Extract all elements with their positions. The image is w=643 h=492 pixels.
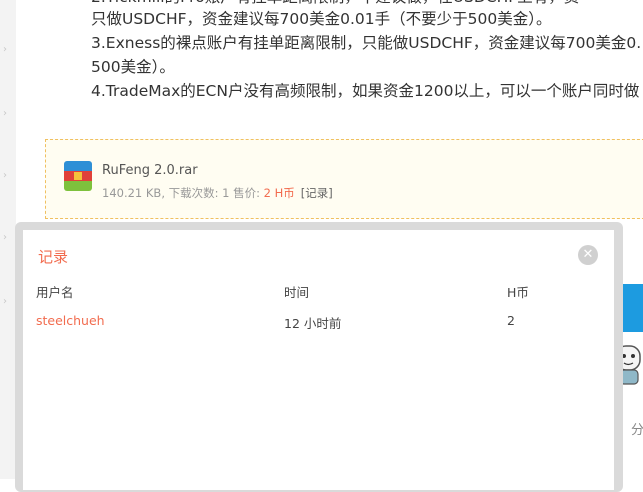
record-link[interactable]: [记录] <box>301 186 333 200</box>
article-line: 4.TradeMax的ECN户没有高频限制，如果资金1200以上，可以一个账户同… <box>91 82 640 100</box>
winrar-icon[interactable] <box>64 161 92 191</box>
column-header-coins: H币 <box>507 285 529 300</box>
left-sidebar-strip: › › › › › <box>0 0 16 479</box>
close-icon[interactable]: ✕ <box>578 245 598 265</box>
attachment-filename[interactable]: RuFeng 2.0.rar <box>102 163 198 178</box>
column-header-time: 时间 <box>284 285 310 300</box>
article-content: 2.Tickmill的Pro账户有挂单距离限制，不建议做，任USDCHF上有，资… <box>91 0 643 103</box>
article-line-clipped: 2.Tickmill的Pro账户有挂单距离限制，不建议做，任USDCHF上有，资 <box>91 0 643 9</box>
article-line: 只做USDCHF，资金建议每700美金0.01手（不要少于500美金）。 <box>91 10 552 28</box>
attachment-price: 2 H币 <box>263 186 295 200</box>
row-username[interactable]: steelchueh <box>36 313 105 328</box>
attachment-meta-text: 140.21 KB, 下载次数: 1 售价: <box>102 186 264 200</box>
modal-title: 记录 <box>38 248 69 266</box>
row-coins: 2 <box>507 313 515 328</box>
attachment-meta: 140.21 KB, 下载次数: 1 售价: 2 H币 [记录] <box>102 185 333 201</box>
attachment-box: RuFeng 2.0.rar 140.21 KB, 下载次数: 1 售价: 2 … <box>45 139 643 219</box>
share-label[interactable]: 分 <box>631 419 643 438</box>
column-header-username: 用户名 <box>36 285 74 300</box>
row-time: 12 小时前 <box>284 316 342 331</box>
record-modal: 记录 ✕ 用户名 时间 H币 steelchueh 12 小时前 2 <box>23 230 614 490</box>
article-line: 3.Exness的裸点账户有挂单距离限制，只能做USDCHF，资金建议每700美… <box>91 34 642 52</box>
article-line: 500美金）。 <box>91 58 175 76</box>
